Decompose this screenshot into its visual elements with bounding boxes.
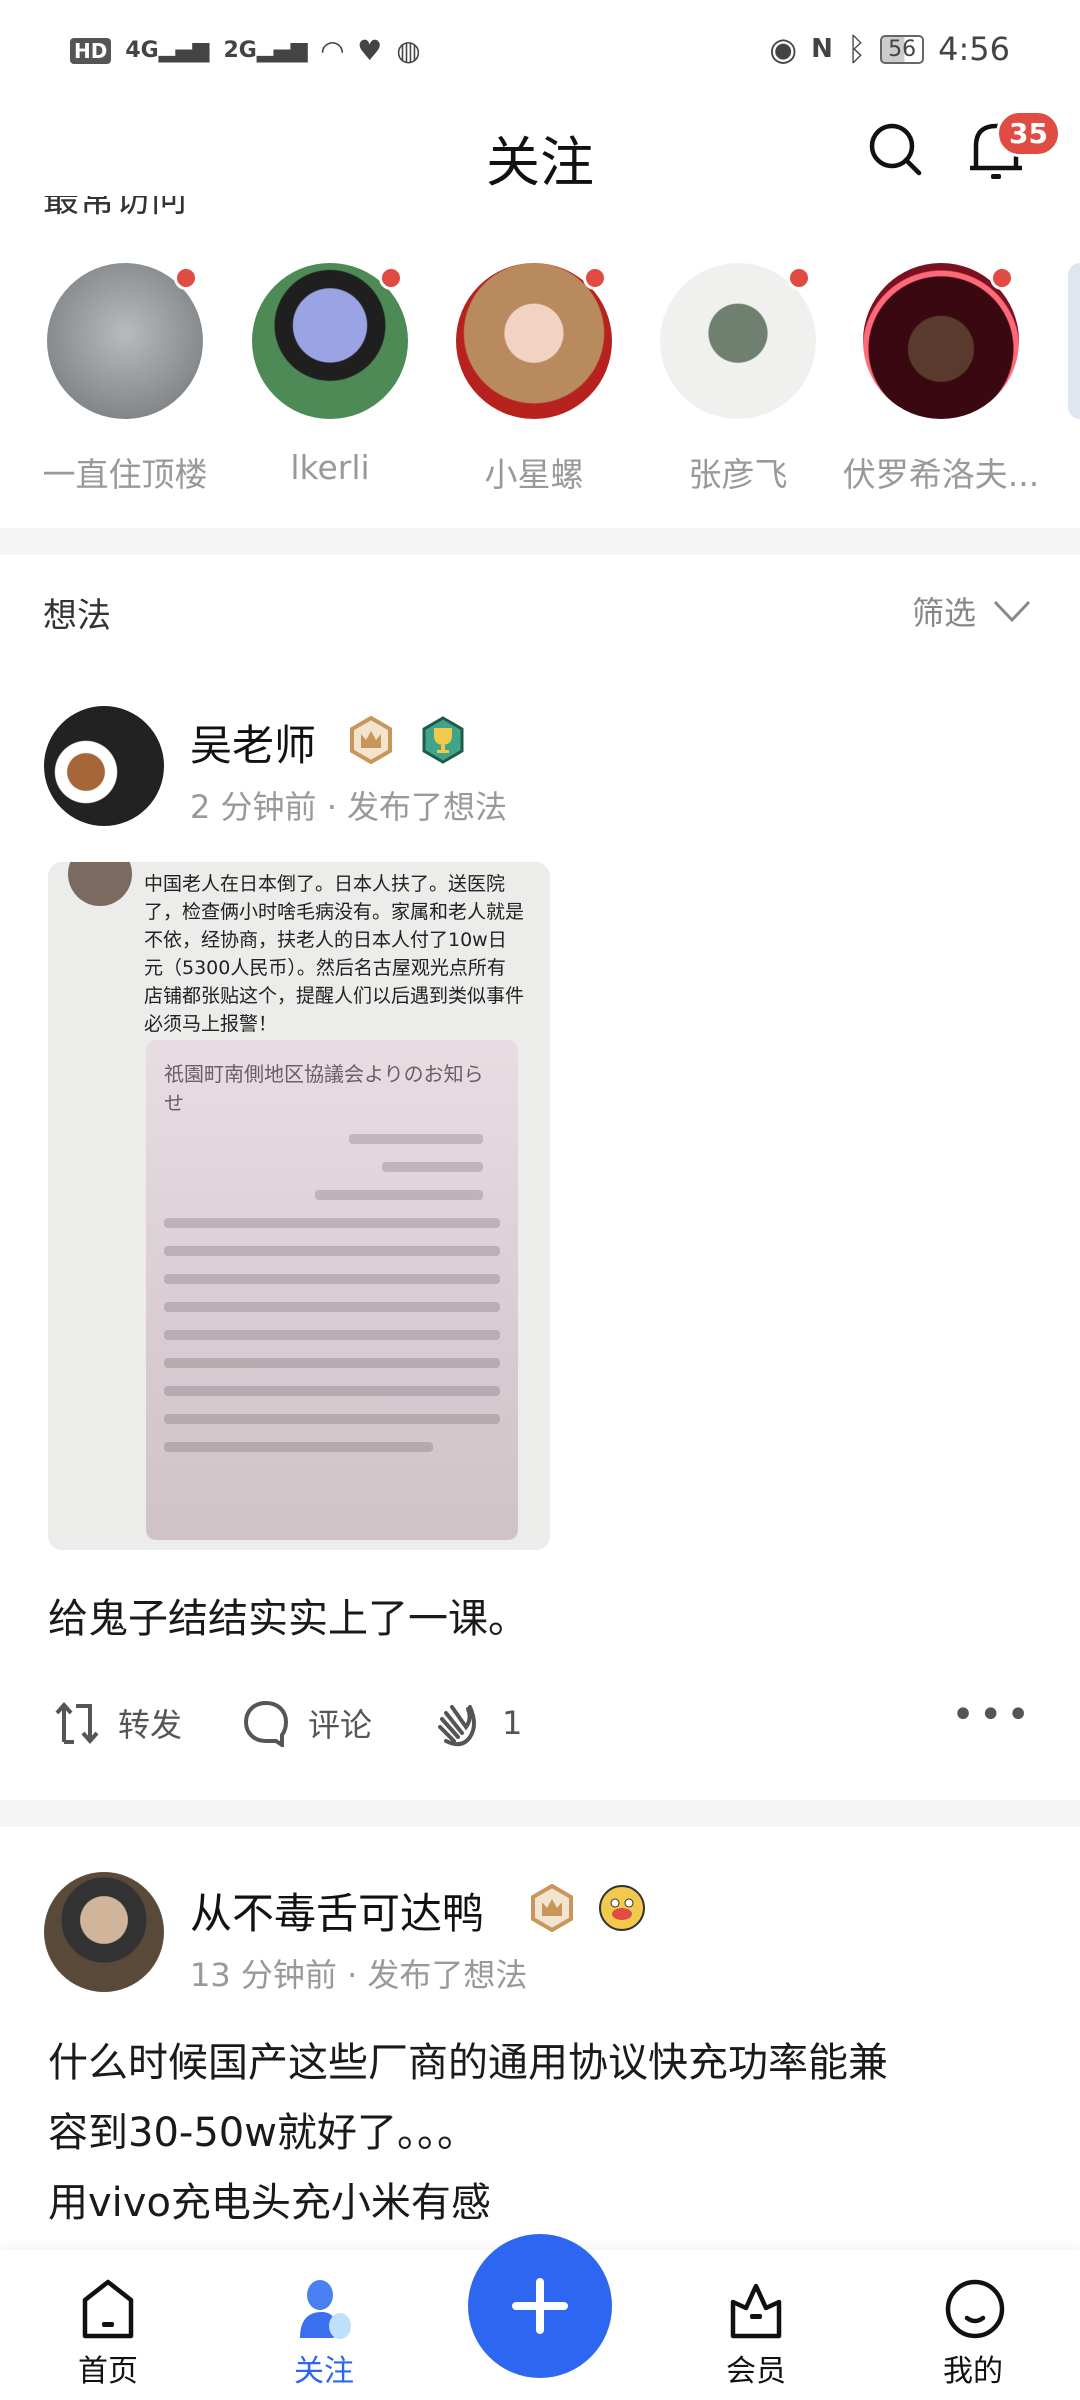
user-name[interactable]: 张彦飞 <box>638 448 838 496</box>
section-divider <box>0 528 1080 555</box>
applause-icon <box>438 1705 477 1747</box>
comment-icon <box>244 1700 289 1747</box>
frequent-visits-label: 最常访问 <box>43 196 188 220</box>
heart-icon: ♥ <box>357 34 383 67</box>
clock: 4:56 <box>938 30 1010 68</box>
author-name[interactable]: 吴老师 <box>190 712 316 773</box>
update-dot <box>787 266 811 290</box>
post-text: 给鬼子结结实实上了一课。 <box>48 1596 528 1642</box>
crown-badge-icon <box>350 716 392 764</box>
update-dot <box>583 266 607 290</box>
membership-icon <box>730 2283 782 2339</box>
duck-badge-icon <box>599 1885 645 1931</box>
filter-button[interactable]: 筛选 <box>912 588 1032 634</box>
battery-icon: 56 <box>880 34 925 64</box>
more-options-icon[interactable]: ••• <box>951 1695 1034 1735</box>
post-actions: 转发 评论 1 ••• <box>54 1695 1034 1749</box>
nav-following[interactable]: 关注 <box>254 2250 394 2400</box>
signal-4g-icon: 4G▂▄▆ <box>125 38 210 63</box>
post-image[interactable]: 中国老人在日本倒了。日本人扶了。送医院了，检查俩小时啥毛病没有。家属和老人就是不… <box>48 862 550 1550</box>
nav-profile[interactable]: 我的 <box>903 2250 1043 2400</box>
image-notice: 祇園町南側地区協議会よりのお知らせ <box>146 1040 518 1540</box>
user-name[interactable]: lkerli <box>230 448 430 487</box>
nfc-icon: N <box>811 34 833 64</box>
author-avatar[interactable] <box>44 706 164 826</box>
image-caption: 中国老人在日本倒了。日本人扶了。送医院了，检查俩小时啥毛病没有。家属和老人就是不… <box>144 873 525 1035</box>
update-dot <box>990 266 1014 290</box>
post-meta: 2 分钟前 · 发布了想法 <box>190 788 508 826</box>
home-icon <box>82 2279 134 2339</box>
repost-button[interactable]: 转发 <box>54 1700 182 1746</box>
bluetooth-icon: ᛒ <box>846 30 867 68</box>
update-dot <box>174 266 198 290</box>
plus-icon <box>512 2278 568 2334</box>
nav-home[interactable]: 首页 <box>38 2250 178 2400</box>
chevron-down-icon <box>993 600 1031 623</box>
post-meta: 13 分钟前 · 发布了想法 <box>190 1956 528 1994</box>
author-avatar[interactable] <box>44 1872 164 1992</box>
vpn-icon: ◍ <box>396 34 421 67</box>
image-avatar <box>68 862 132 906</box>
section-title: 想法 <box>43 596 111 636</box>
nav-membership[interactable]: 会员 <box>686 2250 826 2400</box>
eye-icon: ◉ <box>769 30 798 68</box>
repost-icon <box>55 1701 99 1745</box>
notification-badge: 35 <box>996 110 1061 157</box>
update-dot <box>379 266 403 290</box>
create-post-button[interactable] <box>468 2234 612 2378</box>
search-icon[interactable] <box>866 120 924 178</box>
user-name[interactable]: 伏罗希洛夫... <box>841 448 1041 496</box>
avatar-partial[interactable] <box>1068 263 1080 419</box>
following-icon <box>300 2280 351 2339</box>
hd-icon: HD <box>70 37 112 64</box>
crown-badge-icon <box>531 1884 573 1932</box>
user-name[interactable]: 小星螺 <box>434 448 634 496</box>
post-divider <box>0 1800 1080 1827</box>
signal-2g-icon: 2G▂▄▆ <box>223 38 308 63</box>
applause-button[interactable]: 1 <box>432 1697 522 1749</box>
wifi-icon: ◠ <box>321 34 344 67</box>
profile-icon <box>945 2279 1005 2339</box>
comment-button[interactable]: 评论 <box>242 1699 372 1747</box>
post-text: 什么时候国产这些厂商的通用协议快充功率能兼 容到30-50w就好了。。。 用vi… <box>48 2040 888 2226</box>
user-name[interactable]: 一直住顶楼 <box>25 448 225 496</box>
trophy-badge-icon <box>422 716 464 764</box>
author-name[interactable]: 从不毒舌可达鸭 <box>190 1880 484 1941</box>
status-bar: HD 4G▂▄▆ 2G▂▄▆ ◠ ♥ ◍ ◉ N ᛒ 56 4:56 <box>0 0 1080 100</box>
